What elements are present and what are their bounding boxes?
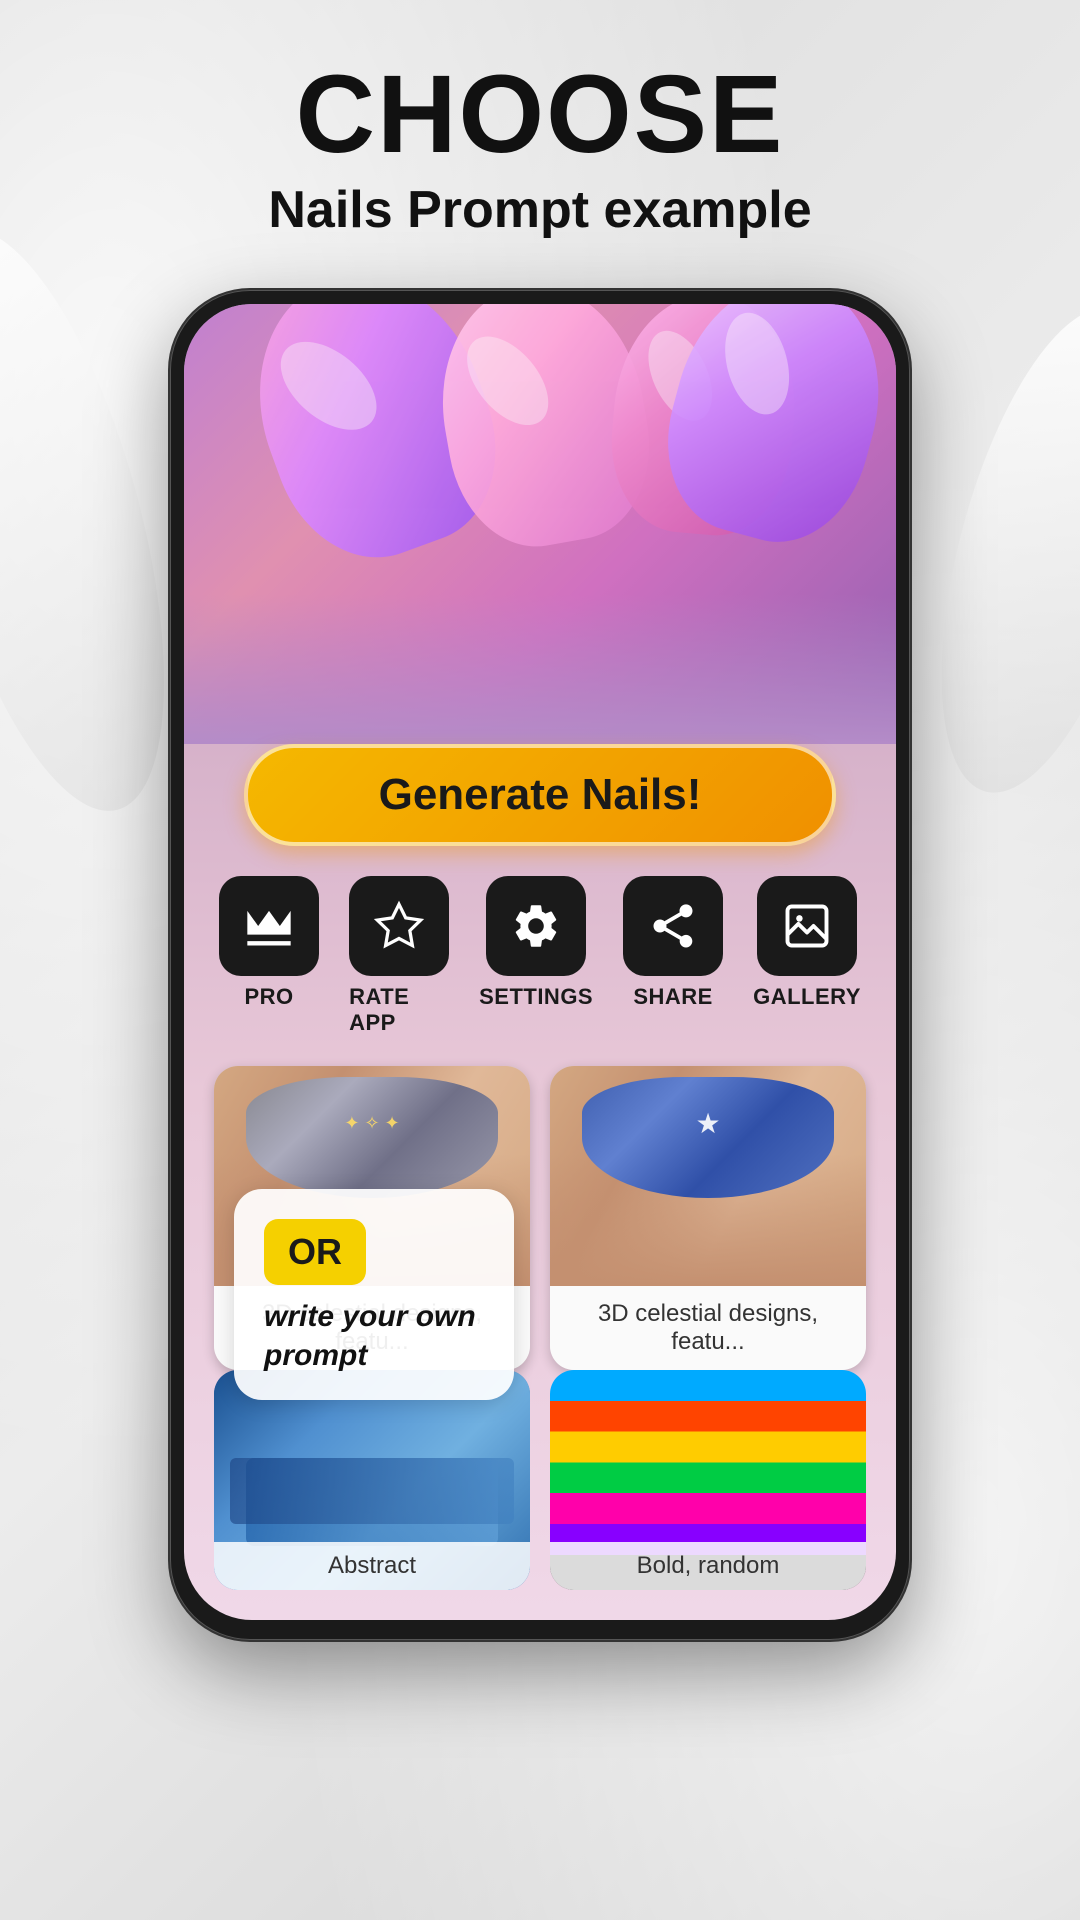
gallery-item-3[interactable]: Abstract [214, 1370, 530, 1590]
hero-image [184, 304, 896, 744]
action-settings[interactable]: SETTINGS [479, 876, 593, 1036]
star-icon [373, 900, 425, 952]
pro-icon-box [219, 876, 319, 976]
rate-app-label: RATE APP [349, 984, 449, 1036]
nail-art-blue-bg [550, 1066, 866, 1286]
or-badge: OR [264, 1219, 366, 1285]
image-icon [781, 900, 833, 952]
share-icon [647, 900, 699, 952]
gallery-label: GALLERY [753, 984, 861, 1010]
gallery-item-2[interactable]: 3D celestial designs, featu... [550, 1066, 866, 1370]
gallery-bottom-row: Abstract Bold, random [184, 1370, 896, 1590]
pro-label: PRO [245, 984, 294, 1010]
generate-btn-container: Generate Nails! [184, 724, 896, 856]
page-title: CHOOSE [296, 60, 785, 170]
or-prompt-overlay: OR write your own prompt [234, 1189, 514, 1400]
gallery-icon-box [757, 876, 857, 976]
generate-nails-button[interactable]: Generate Nails! [244, 744, 836, 846]
page-container: CHOOSE Nails Prompt example Generate Nai… [0, 0, 1080, 1640]
write-prompt-text: write your own prompt [264, 1297, 484, 1375]
phone-screen: Generate Nails! PRO [184, 304, 896, 1620]
gallery-caption-2: 3D celestial designs, featu... [550, 1286, 866, 1370]
crown-icon [243, 900, 295, 952]
page-subtitle: Nails Prompt example [268, 180, 811, 240]
phone-mockup: Generate Nails! PRO [170, 290, 910, 1640]
share-icon-box [623, 876, 723, 976]
action-gallery[interactable]: GALLERY [753, 876, 861, 1036]
settings-label: SETTINGS [479, 984, 593, 1010]
actions-row: PRO RATE APP [184, 856, 896, 1056]
screen-content: Generate Nails! PRO [184, 724, 896, 1620]
gallery-caption-3: Abstract [214, 1542, 530, 1590]
action-pro[interactable]: PRO [219, 876, 319, 1036]
action-share[interactable]: SHARE [623, 876, 723, 1036]
gallery-caption-4: Bold, random [550, 1542, 866, 1590]
nail-art-blue-overlay [582, 1077, 835, 1198]
settings-icon-box [486, 876, 586, 976]
nail-art-glitter-overlay [246, 1077, 499, 1198]
action-rate-app[interactable]: RATE APP [349, 876, 449, 1036]
gallery-image-2 [550, 1066, 866, 1286]
rate-app-icon-box [349, 876, 449, 976]
gear-icon [510, 900, 562, 952]
hero-gradient [184, 594, 896, 744]
gallery-item-4[interactable]: Bold, random [550, 1370, 866, 1590]
share-label: SHARE [633, 984, 713, 1010]
